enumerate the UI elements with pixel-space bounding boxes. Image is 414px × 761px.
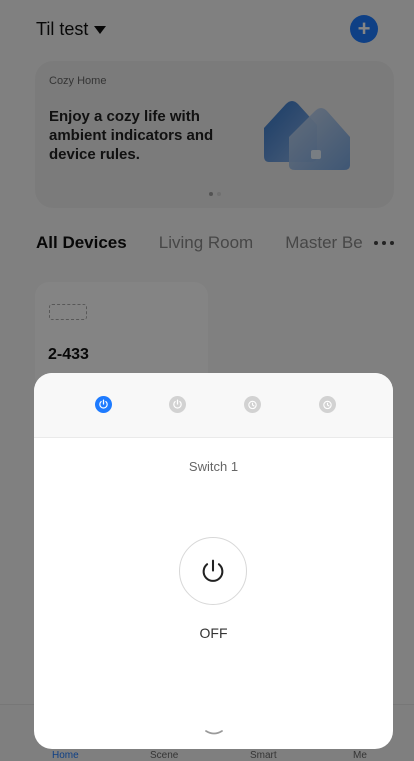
tab-switch-2[interactable] — [169, 396, 186, 413]
timer-icon — [248, 400, 257, 410]
tab-countdown[interactable] — [319, 396, 336, 413]
power-icon — [202, 559, 224, 582]
power-toggle-button[interactable] — [179, 537, 247, 605]
tab-timer[interactable] — [244, 396, 261, 413]
switch-control-sheet: Switch 1 OFF — [34, 373, 393, 749]
power-state-label: OFF — [199, 625, 228, 641]
tab-switch-1[interactable] — [95, 396, 112, 413]
power-icon — [173, 399, 182, 409]
power-icon — [99, 399, 108, 409]
switch-title: Switch 1 — [188, 459, 239, 474]
timer-icon — [323, 400, 332, 410]
switch-tab-bar — [34, 373, 393, 438]
chevron-down-icon[interactable] — [204, 729, 224, 737]
